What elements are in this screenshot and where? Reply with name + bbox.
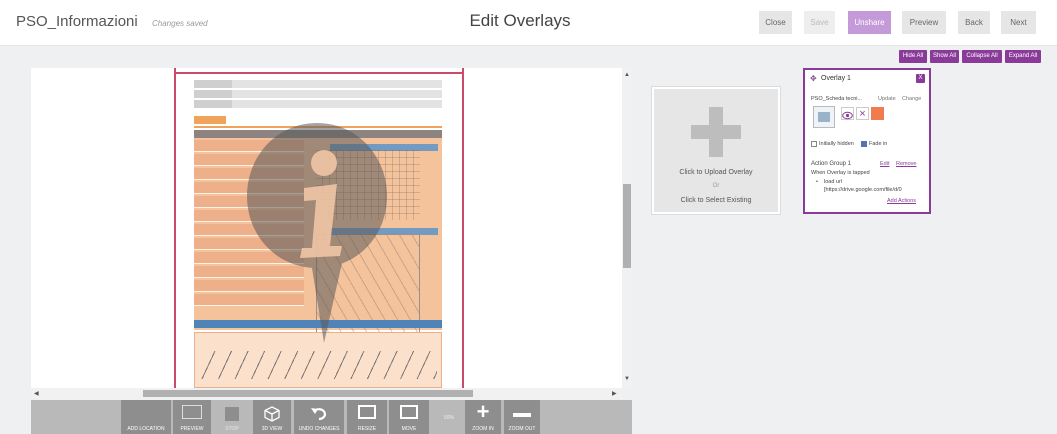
overlay-color-swatch[interactable] xyxy=(871,107,884,120)
zoom-out-button[interactable]: ZOOM OUT xyxy=(504,400,540,434)
resize-icon xyxy=(358,405,376,419)
preview-tool-label: PREVIEW xyxy=(180,426,204,432)
overlay-thumbnail xyxy=(813,106,835,128)
stop-icon xyxy=(225,407,239,421)
add-location-label: ADD LOCATION xyxy=(127,426,165,432)
zoom-out-icon xyxy=(513,413,531,417)
zoom-in-label: ZOOM IN xyxy=(472,426,494,432)
bullet-icon: • xyxy=(816,179,818,185)
bottom-toolbar: ADD LOCATION PREVIEW STOP 3D VIEW UNDO C… xyxy=(31,400,632,434)
scroll-left-icon[interactable]: ◀ xyxy=(34,390,39,397)
preview-icon xyxy=(182,405,202,419)
upload-overlay-link[interactable]: Click to Upload Overlay xyxy=(654,169,778,176)
app-title: PSO_Informazioni xyxy=(16,13,138,30)
undo-changes-button[interactable]: UNDO CHANGES xyxy=(294,400,344,434)
move-button[interactable]: MOVE xyxy=(389,400,429,434)
zoom-in-button[interactable]: + ZOOM IN xyxy=(465,400,501,434)
horizontal-scroll-thumb[interactable] xyxy=(143,390,473,397)
scroll-right-icon[interactable]: ▶ xyxy=(612,390,617,397)
move-icon xyxy=(400,405,418,419)
initially-hidden-label: Initially hidden xyxy=(819,141,854,147)
document-page xyxy=(174,68,464,388)
close-button[interactable]: Close xyxy=(759,11,792,34)
upload-overlay-panel[interactable]: Click to Upload Overlay Or Click to Sele… xyxy=(652,87,780,214)
page-header-line xyxy=(176,68,462,74)
top-bar: PSO_Informazioni Changes saved Edit Over… xyxy=(0,0,1057,46)
trigger-text: When Overlay is tapped xyxy=(811,170,870,176)
remove-action-link[interactable]: Remove xyxy=(896,161,916,167)
undo-icon xyxy=(311,408,327,421)
preview-tool-button[interactable]: PREVIEW xyxy=(173,400,211,434)
document-viewer[interactable] xyxy=(31,68,622,388)
overlay-card: ✥ Overlay 1 X PSO_Scheda tecni... Update… xyxy=(803,68,931,214)
cube-icon xyxy=(264,406,280,422)
initially-hidden-checkbox[interactable] xyxy=(811,141,817,147)
add-actions-link[interactable]: Add Actions xyxy=(887,198,916,204)
close-overlay-icon[interactable]: X xyxy=(916,74,925,83)
overlay-file-name: PSO_Scheda tecni... xyxy=(811,96,863,102)
delete-overlay-icon[interactable]: × xyxy=(856,107,869,120)
action-group-title: Action Group 1 xyxy=(811,161,852,167)
doc-row-key xyxy=(194,80,232,88)
scroll-down-icon[interactable]: ▼ xyxy=(624,376,630,382)
fade-in-label: Fade in xyxy=(869,141,888,147)
section-tag xyxy=(194,116,226,124)
move-label: MOVE xyxy=(401,426,417,432)
resize-label: RESIZE xyxy=(357,426,377,432)
action-text: load url xyxy=(824,179,843,185)
doc-row-key xyxy=(194,100,232,108)
select-existing-link[interactable]: Click to Select Existing xyxy=(654,197,778,204)
stop-button[interactable]: STOP xyxy=(214,400,250,434)
action-url: [https://drive.google.com/file/d/0 xyxy=(824,187,902,193)
3d-view-button[interactable]: 3D VIEW xyxy=(253,400,291,434)
save-button[interactable]: Save xyxy=(804,11,835,34)
zoom-in-icon: + xyxy=(476,399,490,424)
edit-overlays-screen: PSO_Informazioni Changes saved Edit Over… xyxy=(0,0,1057,434)
back-button[interactable]: Back xyxy=(958,11,990,34)
collapse-all-button[interactable]: Collapse All xyxy=(962,50,1002,63)
unshare-button[interactable]: Unshare xyxy=(848,11,891,34)
stop-label: STOP xyxy=(225,426,239,432)
3d-view-label: 3D VIEW xyxy=(261,426,283,432)
zoom-out-label: ZOOM OUT xyxy=(508,426,536,432)
overlay-title: Overlay 1 xyxy=(821,75,851,82)
preview-button[interactable]: Preview xyxy=(902,11,946,34)
truss-drawing xyxy=(199,351,437,379)
plus-icon-bar xyxy=(691,125,741,139)
zoom-level: 50% xyxy=(435,400,463,434)
visibility-button[interactable] xyxy=(841,107,854,120)
page-title: Edit Overlays xyxy=(469,11,571,30)
zoom-level-value: 50% xyxy=(443,415,454,421)
eye-icon xyxy=(842,111,853,120)
resize-button[interactable]: RESIZE xyxy=(347,400,387,434)
next-button[interactable]: Next xyxy=(1001,11,1036,34)
move-handle-icon[interactable]: ✥ xyxy=(810,74,817,83)
hide-all-button[interactable]: Hide All xyxy=(899,50,927,63)
change-link[interactable]: Change xyxy=(902,96,921,102)
scroll-up-icon[interactable]: ▲ xyxy=(624,72,630,78)
expand-all-button[interactable]: Expand All xyxy=(1005,50,1041,63)
or-label: Or xyxy=(712,183,720,189)
edit-action-link[interactable]: Edit xyxy=(880,161,889,167)
doc-row-key xyxy=(194,90,232,98)
add-location-button[interactable]: ADD LOCATION xyxy=(121,400,171,434)
fade-in-checkbox[interactable] xyxy=(861,141,867,147)
update-link[interactable]: Update xyxy=(878,96,896,102)
show-all-button[interactable]: Show All xyxy=(930,50,959,63)
save-status: Changes saved xyxy=(152,19,208,28)
vertical-scroll-thumb[interactable] xyxy=(623,184,631,268)
undo-changes-label: UNDO CHANGES xyxy=(298,426,340,432)
info-icon[interactable] xyxy=(242,118,392,348)
